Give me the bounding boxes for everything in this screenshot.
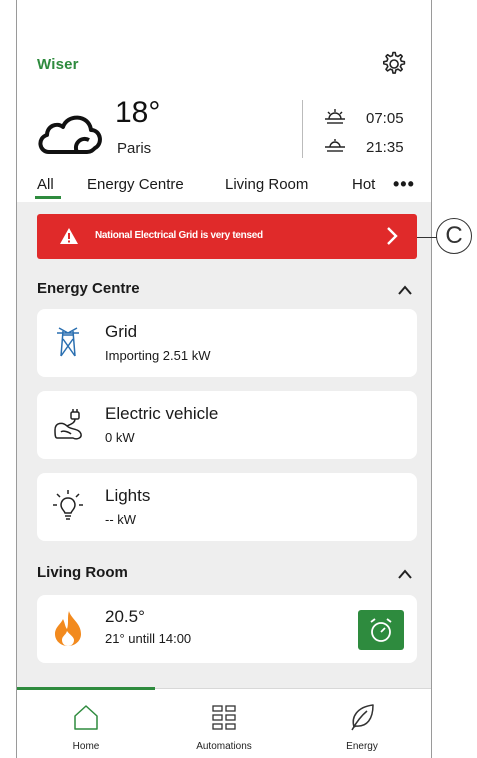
card-living-room-heating[interactable]: 20.5° 21° untill 14:00 xyxy=(37,595,417,663)
temperature: 18° xyxy=(115,96,161,129)
sunset-icon xyxy=(325,139,345,152)
warning-icon xyxy=(60,228,78,244)
card-title: Grid xyxy=(105,322,138,341)
ev-plug-icon xyxy=(54,409,82,440)
dashboard-content: National Electrical Grid is very tensed … xyxy=(17,202,431,688)
card-grid[interactable]: Grid Importing 2.51 kW xyxy=(37,309,417,377)
boost-timer-button[interactable] xyxy=(358,610,404,650)
wiser-logo: Wiser xyxy=(37,56,79,73)
alert-message: National Electrical Grid is very tensed xyxy=(95,230,263,241)
power-pylon-icon xyxy=(57,327,79,357)
current-temperature: 20.5° xyxy=(105,607,145,626)
callout-letter: C xyxy=(445,222,463,249)
city-name: Paris xyxy=(117,140,152,157)
card-subtitle: -- kW xyxy=(105,512,137,527)
sunrise-icon xyxy=(325,109,345,124)
room-tabs: All Energy Centre Living Room Hot ••• xyxy=(17,174,431,202)
tab-hot[interactable]: Hot xyxy=(352,176,375,193)
chevron-right-icon xyxy=(387,227,398,245)
grid-alert-banner[interactable]: National Electrical Grid is very tensed xyxy=(37,214,417,259)
nav-label-automations: Automations xyxy=(196,741,252,752)
weather-divider xyxy=(302,100,303,158)
chevron-up-icon[interactable] xyxy=(397,284,413,296)
tab-energy-centre[interactable]: Energy Centre xyxy=(87,176,184,193)
nav-energy[interactable]: Energy xyxy=(293,689,431,758)
home-icon xyxy=(74,705,98,730)
card-title: Lights xyxy=(105,486,151,505)
setpoint-schedule: 21° untill 14:00 xyxy=(105,631,192,646)
grid-icon xyxy=(212,705,236,730)
nav-label-energy: Energy xyxy=(346,741,378,752)
active-tab-indicator xyxy=(35,196,61,199)
card-lights[interactable]: Lights -- kW xyxy=(37,473,417,541)
nav-label-home: Home xyxy=(72,741,100,752)
leaf-icon xyxy=(351,704,374,731)
card-subtitle: Importing 2.51 kW xyxy=(105,348,211,363)
lightbulb-icon xyxy=(53,490,83,520)
phone-screen: Wiser 18° Paris 07:05 21:35 All Energy C… xyxy=(16,0,432,758)
card-subtitle: 0 kW xyxy=(105,430,135,445)
flame-icon xyxy=(55,611,81,646)
card-electric-vehicle[interactable]: Electric vehicle 0 kW xyxy=(37,391,417,459)
tab-living-room[interactable]: Living Room xyxy=(225,176,308,193)
nav-automations[interactable]: Automations xyxy=(155,689,293,758)
card-title: Electric vehicle xyxy=(105,404,219,423)
nav-home[interactable]: Home xyxy=(17,689,155,758)
sunrise-time: 07:05 xyxy=(366,110,404,127)
bottom-navigation: Home Automations Energy xyxy=(17,687,431,758)
callout-leader-line xyxy=(417,237,437,238)
cloud-icon xyxy=(38,115,102,154)
header: Wiser 18° Paris 07:05 21:35 All Energy C… xyxy=(17,0,431,200)
sunset-time: 21:35 xyxy=(366,139,404,156)
tab-all[interactable]: All xyxy=(37,176,54,193)
section-title-energy-centre: Energy Centre xyxy=(37,280,140,297)
section-title-living-room: Living Room xyxy=(37,564,128,581)
timer-icon xyxy=(370,618,392,642)
gear-icon[interactable] xyxy=(377,48,409,80)
chevron-up-icon[interactable] xyxy=(397,568,413,580)
more-tabs-icon[interactable]: ••• xyxy=(393,174,415,195)
